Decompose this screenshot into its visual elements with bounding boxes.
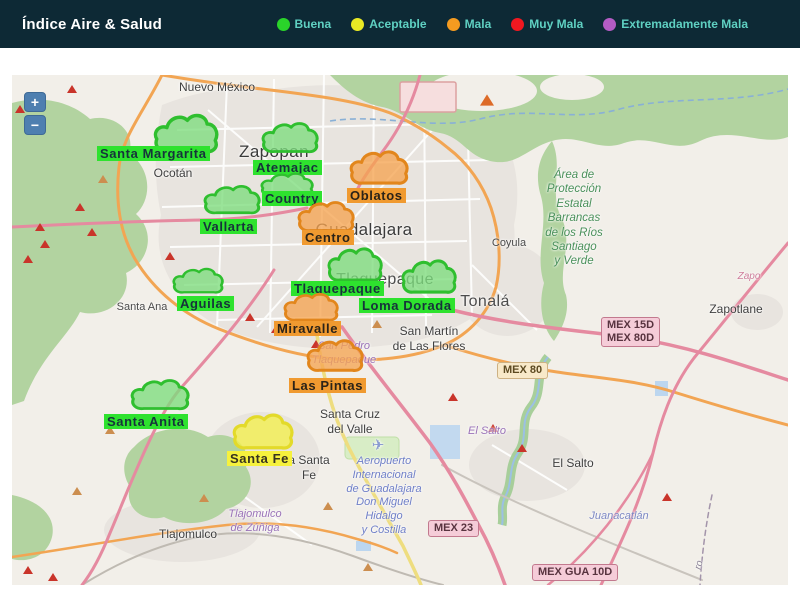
legend-label: Aceptable — [369, 17, 426, 31]
place-label-santa-cruz-del-valle: Santa Cruzdel Valle — [320, 407, 380, 437]
air-health-app: Índice Aire & Salud Buena Aceptable Mala Mu… — [0, 0, 800, 592]
aq-marker-oblatos[interactable]: Oblatos — [348, 148, 410, 188]
aq-marker-country[interactable]: Country — [259, 171, 315, 199]
cloud-icon — [282, 291, 340, 324]
peak-icon — [372, 320, 382, 328]
peak-icon — [323, 502, 333, 510]
peak-icon — [40, 240, 50, 248]
aq-marker-centro[interactable]: Centro — [296, 199, 356, 235]
cloud-icon — [202, 183, 262, 217]
legend-label: Extremadamente Mala — [621, 17, 748, 31]
peak-icon — [199, 494, 209, 502]
peak-icon — [72, 487, 82, 495]
place-label-a-santa-fe: a SantaFe — [288, 453, 329, 483]
app-header: Índice Aire & Salud Buena Aceptable Mala Mu… — [0, 0, 800, 48]
cloud-icon — [231, 411, 295, 453]
map-zoom-controls: + − — [24, 92, 46, 135]
road-shield-mex-23: MEX 23 — [428, 520, 479, 537]
legend-dot-buena — [277, 18, 290, 31]
peak-icon — [98, 175, 108, 183]
peak-icon — [662, 493, 672, 501]
zoom-in-button[interactable]: + — [24, 92, 46, 112]
legend: Buena Aceptable Mala Muy Mala Extremadamente… — [277, 17, 748, 31]
road-shield-mex-80: MEX 80 — [497, 362, 548, 379]
road-shield-mex-15d-mex-80d: MEX 15DMEX 80D — [601, 317, 660, 347]
aq-marker-santa-fe[interactable]: Santa Fe — [231, 411, 295, 453]
peak-icon — [245, 313, 255, 321]
place-label-juanacatlan: Juanacatlán — [589, 510, 648, 524]
aq-marker-santa-anita[interactable]: Santa Anita — [129, 377, 191, 413]
cloud-icon — [129, 377, 191, 413]
place-label-zapotlane: Zapotlane — [709, 302, 762, 317]
place-label-: ✈ — [372, 437, 385, 456]
aq-marker-loma-dorada[interactable]: Loma Dorada — [400, 257, 458, 297]
place-label-santa-ana: Santa Ana — [117, 301, 168, 315]
aq-marker-vallarta[interactable]: Vallarta — [202, 183, 262, 217]
aq-marker-tlaquepaque[interactable]: Tlaquepaque — [326, 245, 384, 285]
peak-icon — [480, 94, 494, 105]
legend-item-mala: Mala — [447, 17, 492, 31]
legend-item-muy-mala: Muy Mala — [511, 17, 583, 31]
place-label-san-martin-de-las-flores: San Martínde Las Flores — [393, 324, 466, 354]
aq-marker-atemajac[interactable]: Atemajac — [260, 120, 320, 156]
place-label-el-salto: El Salto — [468, 425, 506, 439]
map-canvas[interactable]: + − Santa Margarita Atemajac Country Oblato… — [12, 75, 788, 585]
aq-marker-miravalle[interactable]: Miravalle — [282, 291, 340, 324]
cloud-icon — [400, 257, 458, 297]
legend-item-extremadamente-mala: Extremadamente Mala — [603, 17, 748, 31]
legend-item-aceptable: Aceptable — [351, 17, 426, 31]
aq-marker-aguilas[interactable]: Aguilas — [171, 266, 225, 296]
legend-label: Muy Mala — [529, 17, 583, 31]
place-label-el-salto: El Salto — [552, 456, 593, 471]
legend-dot-mala — [447, 18, 460, 31]
aq-marker-label: Santa Anita — [104, 414, 188, 429]
place-label-tlajomulco-de-zuniga: Tlajomulcode Zúñiga — [228, 508, 281, 536]
legend-dot-aceptable — [351, 18, 364, 31]
cloud-icon — [260, 120, 320, 156]
peak-icon — [67, 85, 77, 93]
place-label-tlajomulco: Tlajomulco — [159, 527, 217, 542]
aq-marker-label: Loma Dorada — [359, 298, 455, 313]
peak-icon — [87, 228, 97, 236]
place-label-tonala: Tonalá — [460, 292, 510, 312]
peak-icon — [23, 255, 33, 263]
peak-icon — [448, 393, 458, 401]
aq-marker-label: Santa Margarita — [97, 146, 210, 161]
peak-icon — [48, 573, 58, 581]
place-label-zapo: Zapo — [738, 271, 761, 284]
place-label-aeropuerto-internacional-de-guadalajara-don-miguel-hidalgo-y-costilla: AeropuertoInternacionalde GuadalajaraDon… — [346, 455, 421, 538]
cloud-icon — [348, 148, 410, 188]
legend-label: Buena — [295, 17, 332, 31]
aq-marker-label: Las Pintas — [289, 378, 366, 393]
peak-icon — [517, 444, 527, 452]
place-label-nuevo-mexico: Nuevo México — [179, 80, 255, 95]
place-label-area-de-proteccion-estatal-barrancas-de-los-rios-santiago-y-verde: Área deProtecciónEstatalBarrancasde los … — [545, 168, 603, 269]
aq-marker-label: Santa Fe — [227, 451, 292, 466]
legend-item-buena: Buena — [277, 17, 332, 31]
aq-marker-las-pintas[interactable]: Las Pintas — [305, 337, 365, 375]
aq-marker-label: Aguilas — [177, 296, 234, 311]
aq-marker-label: Vallarta — [200, 219, 257, 234]
peak-icon — [35, 223, 45, 231]
place-label-coyula: Coyula — [492, 237, 526, 251]
cloud-icon — [305, 337, 365, 375]
app-title: Índice Aire & Salud — [22, 16, 162, 33]
peak-icon — [75, 203, 85, 211]
cloud-icon — [171, 266, 225, 296]
aq-marker-santa-margarita[interactable]: Santa Margarita — [152, 111, 220, 157]
legend-dot-extremadamente-mala — [603, 18, 616, 31]
aq-marker-label: Miravalle — [274, 321, 341, 336]
peak-icon — [165, 252, 175, 260]
peak-icon — [363, 563, 373, 571]
zoom-out-button[interactable]: − — [24, 115, 46, 135]
cloud-icon — [326, 245, 384, 285]
road-shield-mex-gua-10d: MEX GUA 10D — [532, 564, 618, 581]
place-label-ocotan: Ocotán — [154, 166, 193, 181]
legend-dot-muy-mala — [511, 18, 524, 31]
peak-icon — [23, 566, 33, 574]
legend-label: Mala — [465, 17, 492, 31]
aq-marker-label: Centro — [302, 230, 354, 245]
